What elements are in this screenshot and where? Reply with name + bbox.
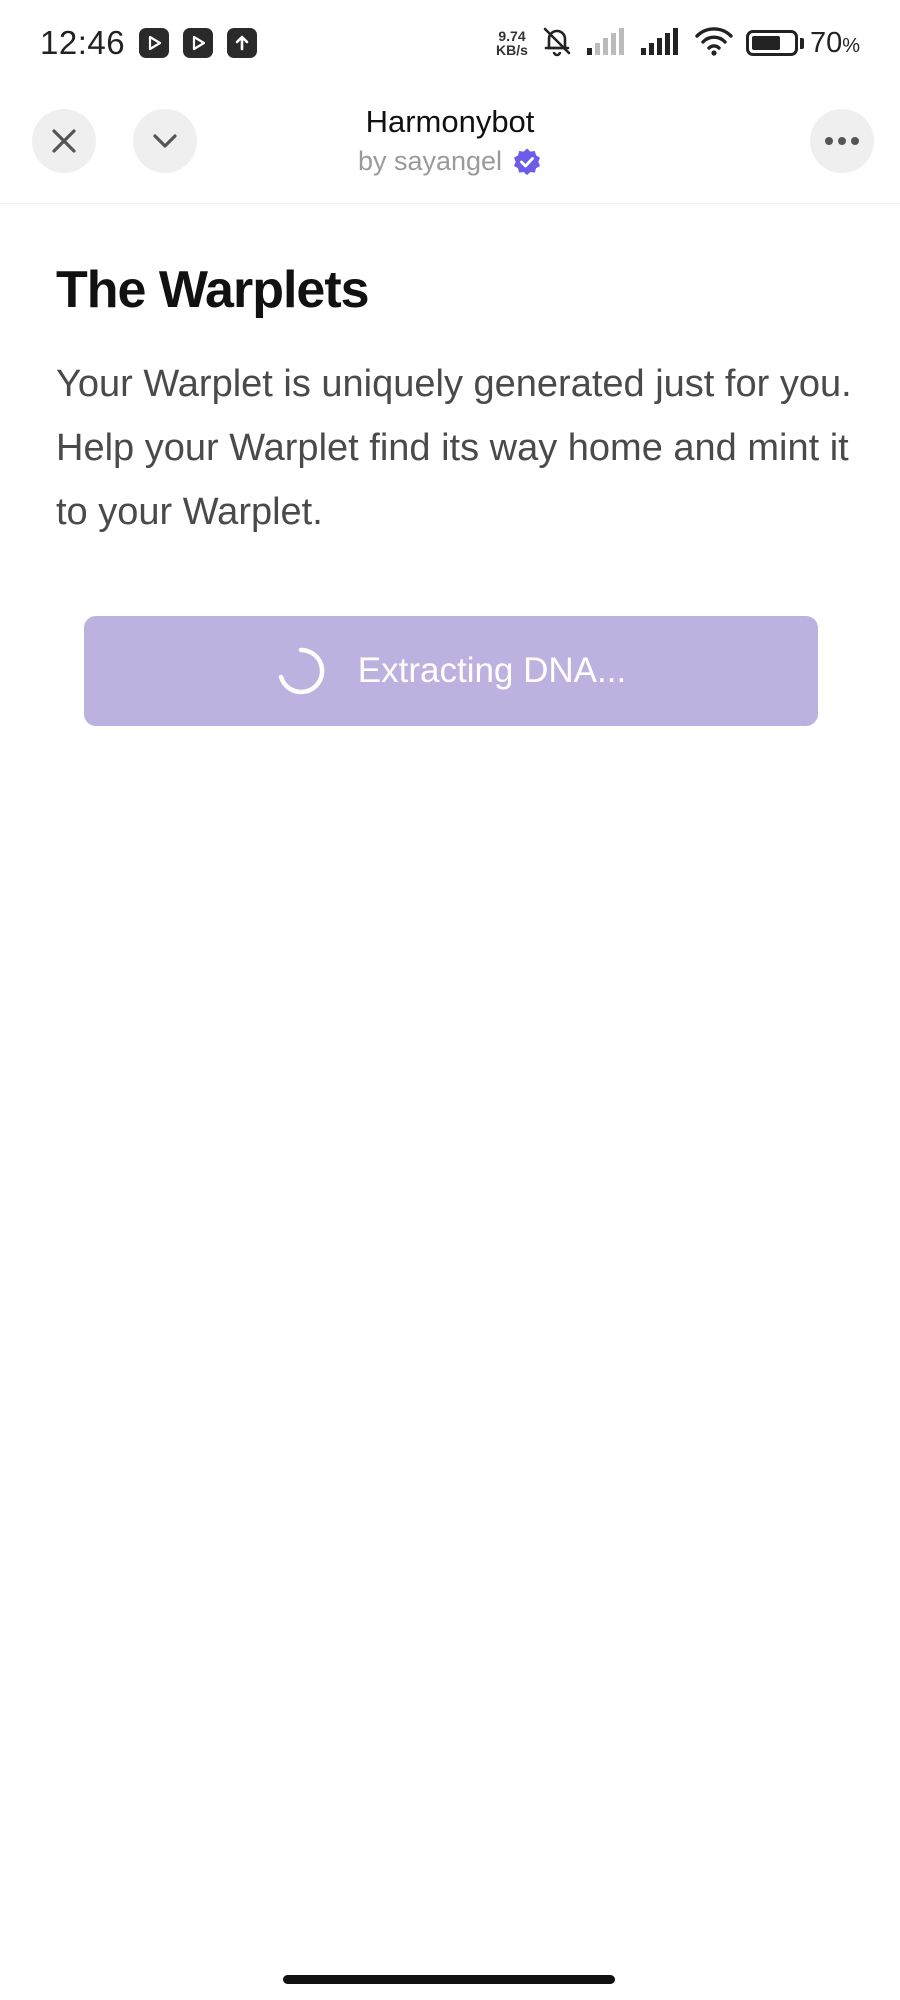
battery-level-fill — [751, 36, 780, 50]
video-app-icon — [183, 28, 214, 58]
network-speed: 9.74 KB/s — [496, 29, 528, 57]
bot-author[interactable]: by sayangel — [0, 146, 900, 177]
more-icon — [825, 137, 859, 145]
page-title: The Warplets — [56, 261, 370, 319]
home-indicator[interactable] — [283, 1975, 615, 1984]
battery-percent: 70% — [810, 27, 860, 60]
battery-percent-unit: % — [842, 34, 860, 57]
wifi-icon — [694, 25, 734, 62]
bot-name: Harmonybot — [365, 104, 535, 139]
status-bar-right: 9.74 KB/s 70% — [496, 24, 860, 63]
page-description: Your Warplet is uniquely generated just … — [56, 363, 852, 533]
upload-icon — [227, 28, 258, 58]
battery-percent-value: 70 — [809, 26, 843, 59]
video-app-icon — [139, 28, 170, 58]
signal-icon — [640, 26, 682, 61]
network-speed-unit: KB/s — [496, 42, 528, 58]
loading-spinner-icon — [278, 647, 325, 695]
network-speed-value: 9.74 — [498, 28, 526, 44]
more-options-button[interactable] — [810, 109, 874, 173]
extracting-dna-button[interactable]: Extracting DNA... — [84, 616, 818, 726]
battery-icon — [745, 30, 798, 56]
verified-badge-icon — [514, 148, 541, 175]
status-bar: 12:46 9.74 KB/s 70% — [0, 0, 900, 86]
clock: 12:46 — [40, 24, 126, 61]
battery-indicator: 70% — [745, 27, 860, 60]
bell-muted-icon — [540, 24, 574, 63]
bot-author-label: by sayangel — [357, 146, 503, 176]
battery-tip — [799, 37, 804, 49]
status-bar-left: 12:46 — [40, 24, 258, 62]
extracting-dna-label: Extracting DNA... — [357, 651, 627, 690]
app-header: Harmonybot by sayangel — [0, 86, 900, 204]
signal-icon — [586, 26, 628, 61]
